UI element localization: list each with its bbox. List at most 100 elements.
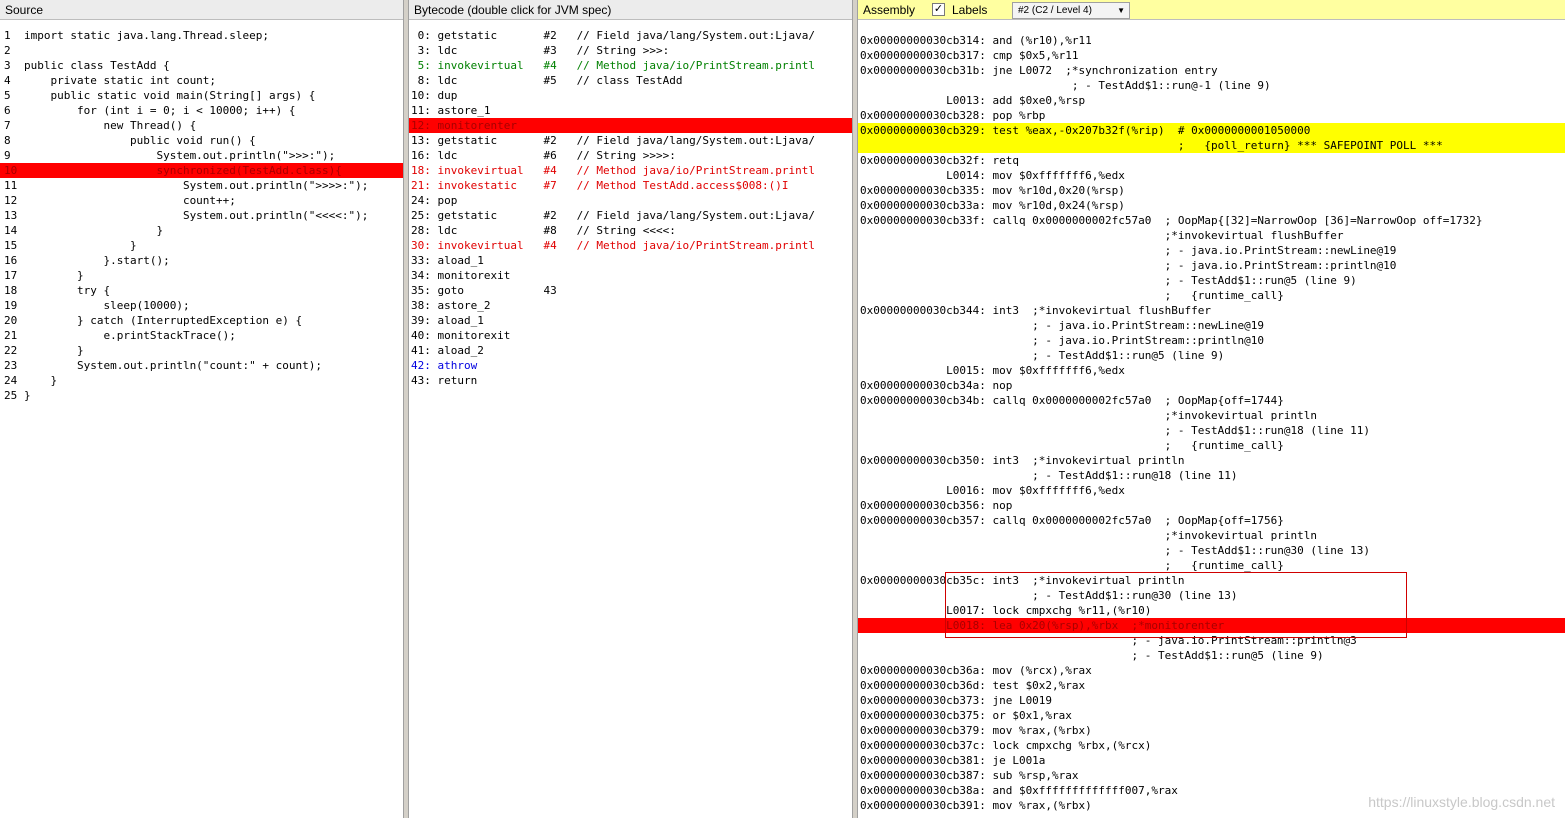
code-line[interactable]: 0x00000000030cb34b: callq 0x0000000002fc… (858, 393, 1565, 408)
bytecode-code-view[interactable]: 0: getstatic #2 // Field java/lang/Syste… (409, 28, 852, 388)
code-line[interactable]: L0017: lock cmpxchg %r11,(%r10) (858, 603, 1565, 618)
code-line[interactable]: 0x00000000030cb379: mov %rax,(%rbx) (858, 723, 1565, 738)
code-line[interactable]: 0x00000000030cb329: test %eax,-0x207b32f… (858, 123, 1565, 138)
code-line[interactable]: 0x00000000030cb34a: nop (858, 378, 1565, 393)
code-line[interactable]: ; - java.io.PrintStream::newLine@19 (858, 318, 1565, 333)
code-line[interactable]: ; {poll_return} *** SAFEPOINT POLL *** (858, 138, 1565, 153)
code-line[interactable]: 21: invokestatic #7 // Method TestAdd.ac… (409, 178, 852, 193)
code-line[interactable]: 28: ldc #8 // String <<<<: (409, 223, 852, 238)
code-line[interactable]: ; - TestAdd$1::run@18 (line 11) (858, 468, 1565, 483)
code-line[interactable]: 0x00000000030cb37c: lock cmpxchg %rbx,(%… (858, 738, 1565, 753)
assembly-code-view[interactable]: 0x00000000030cb314: and (%r10),%r11 0x000… (858, 33, 1565, 813)
code-line[interactable]: L0016: mov $0xfffffff6,%edx (858, 483, 1565, 498)
code-line[interactable]: 14 } (0, 223, 403, 238)
code-line[interactable]: 18: invokevirtual #4 // Method java/io/P… (409, 163, 852, 178)
code-line[interactable]: 12 count++; (0, 193, 403, 208)
code-line[interactable]: 0x00000000030cb375: or $0x1,%rax (858, 708, 1565, 723)
compilation-level-select[interactable]: #2 (C2 / Level 4) ▼ (1012, 2, 1130, 19)
code-line[interactable]: 8 public void run() { (0, 133, 403, 148)
code-line[interactable]: 20 } catch (InterruptedException e) { (0, 313, 403, 328)
code-line[interactable]: 9 System.out.println(">>>:"); (0, 148, 403, 163)
code-line[interactable]: 7 new Thread() { (0, 118, 403, 133)
code-line[interactable]: 43: return (409, 373, 852, 388)
labels-checkbox-label[interactable]: Labels (952, 0, 987, 20)
code-line[interactable]: ; - java.io.PrintStream::newLine@19 (858, 243, 1565, 258)
code-line[interactable]: 0x00000000030cb31b: jne L0072 ;*synchron… (858, 63, 1565, 78)
code-line[interactable]: ; {runtime_call} (858, 558, 1565, 573)
code-line[interactable]: 25} (0, 388, 403, 403)
code-line[interactable]: 18 try { (0, 283, 403, 298)
code-line[interactable]: ; - TestAdd$1::run@5 (line 9) (858, 273, 1565, 288)
code-line[interactable]: 22 } (0, 343, 403, 358)
code-line[interactable]: 24 } (0, 373, 403, 388)
code-line[interactable]: 0x00000000030cb357: callq 0x0000000002fc… (858, 513, 1565, 528)
code-line[interactable]: ; - java.io.PrintStream::println@10 (858, 333, 1565, 348)
code-line[interactable]: ; - TestAdd$1::run@30 (line 13) (858, 543, 1565, 558)
code-line[interactable]: 0x00000000030cb356: nop (858, 498, 1565, 513)
code-line[interactable]: 10 synchronized(TestAdd.class){ (0, 163, 403, 178)
code-line[interactable]: 0x00000000030cb387: sub %rsp,%rax (858, 768, 1565, 783)
code-line[interactable]: 24: pop (409, 193, 852, 208)
code-line[interactable]: L0018: lea 0x20(%rsp),%rbx ;*monitorente… (858, 618, 1565, 633)
code-line[interactable]: 19 sleep(10000); (0, 298, 403, 313)
code-line[interactable]: L0014: mov $0xfffffff6,%edx (858, 168, 1565, 183)
code-line[interactable]: ; - TestAdd$1::run@5 (line 9) (858, 648, 1565, 663)
code-line[interactable]: 4 private static int count; (0, 73, 403, 88)
code-line[interactable]: 11 System.out.println(">>>>:"); (0, 178, 403, 193)
code-line[interactable]: 0x00000000030cb373: jne L0019 (858, 693, 1565, 708)
code-line[interactable]: ; - java.io.PrintStream::println@3 (858, 633, 1565, 648)
code-line[interactable]: 30: invokevirtual #4 // Method java/io/P… (409, 238, 852, 253)
code-line[interactable]: 11: astore_1 (409, 103, 852, 118)
code-line[interactable]: 0x00000000030cb36a: mov (%rcx),%rax (858, 663, 1565, 678)
code-line[interactable]: 0x00000000030cb317: cmp $0x5,%r11 (858, 48, 1565, 63)
code-line[interactable]: 0x00000000030cb335: mov %r10d,0x20(%rsp) (858, 183, 1565, 198)
code-line[interactable]: 5: invokevirtual #4 // Method java/io/Pr… (409, 58, 852, 73)
code-line[interactable]: 0x00000000030cb344: int3 ;*invokevirtual… (858, 303, 1565, 318)
code-line[interactable]: 34: monitorexit (409, 268, 852, 283)
code-line[interactable]: 0x00000000030cb35c: int3 ;*invokevirtual… (858, 573, 1565, 588)
code-line[interactable]: 0x00000000030cb33f: callq 0x0000000002fc… (858, 213, 1565, 228)
code-line[interactable]: ; - TestAdd$1::run@5 (line 9) (858, 348, 1565, 363)
code-line[interactable]: ; - TestAdd$1::run@-1 (line 9) (858, 78, 1565, 93)
code-line[interactable]: ; - TestAdd$1::run@18 (line 11) (858, 423, 1565, 438)
code-line[interactable]: 0x00000000030cb328: pop %rbp (858, 108, 1565, 123)
code-line[interactable]: 10: dup (409, 88, 852, 103)
code-line[interactable]: 3: ldc #3 // String >>>: (409, 43, 852, 58)
source-code-view[interactable]: 1 import static java.lang.Thread.sleep; 2 3… (0, 28, 403, 403)
code-line[interactable]: ; - TestAdd$1::run@30 (line 13) (858, 588, 1565, 603)
code-line[interactable]: ; {runtime_call} (858, 288, 1565, 303)
code-line[interactable]: 2 (0, 43, 403, 58)
code-line[interactable]: 13: getstatic #2 // Field java/lang/Syst… (409, 133, 852, 148)
code-line[interactable]: 12: monitorenter (409, 118, 852, 133)
code-line[interactable]: ; {runtime_call} (858, 438, 1565, 453)
code-line[interactable]: 17 } (0, 268, 403, 283)
code-line[interactable]: 0x00000000030cb381: je L001a (858, 753, 1565, 768)
labels-checkbox[interactable]: ✓ (932, 3, 945, 16)
code-line[interactable]: 13 System.out.println("<<<<:"); (0, 208, 403, 223)
code-line[interactable]: 35: goto 43 (409, 283, 852, 298)
code-line[interactable]: 42: athrow (409, 358, 852, 373)
code-line[interactable]: 0: getstatic #2 // Field java/lang/Syste… (409, 28, 852, 43)
code-line[interactable]: L0015: mov $0xfffffff6,%edx (858, 363, 1565, 378)
code-line[interactable]: ;*invokevirtual println (858, 528, 1565, 543)
code-line[interactable]: 40: monitorexit (409, 328, 852, 343)
code-line[interactable]: ;*invokevirtual println (858, 408, 1565, 423)
code-line[interactable]: 16: ldc #6 // String >>>>: (409, 148, 852, 163)
code-line[interactable]: 41: aload_2 (409, 343, 852, 358)
code-line[interactable]: 15 } (0, 238, 403, 253)
code-line[interactable]: 33: aload_1 (409, 253, 852, 268)
code-line[interactable]: 1 import static java.lang.Thread.sleep; (0, 28, 403, 43)
code-line[interactable]: 0x00000000030cb36d: test $0x2,%rax (858, 678, 1565, 693)
code-line[interactable]: 0x00000000030cb33a: mov %r10d,0x24(%rsp) (858, 198, 1565, 213)
code-line[interactable]: 21 e.printStackTrace(); (0, 328, 403, 343)
code-line[interactable]: 6 for (int i = 0; i < 10000; i++) { (0, 103, 403, 118)
code-line[interactable]: 25: getstatic #2 // Field java/lang/Syst… (409, 208, 852, 223)
code-line[interactable]: 5 public static void main(String[] args)… (0, 88, 403, 103)
code-line[interactable]: 0x00000000030cb350: int3 ;*invokevirtual… (858, 453, 1565, 468)
code-line[interactable]: 16 }.start(); (0, 253, 403, 268)
code-line[interactable]: ;*invokevirtual flushBuffer (858, 228, 1565, 243)
code-line[interactable]: 0x00000000030cb314: and (%r10),%r11 (858, 33, 1565, 48)
code-line[interactable]: 23 System.out.println("count:" + count); (0, 358, 403, 373)
code-line[interactable]: ; - java.io.PrintStream::println@10 (858, 258, 1565, 273)
code-line[interactable]: 0x00000000030cb32f: retq (858, 153, 1565, 168)
